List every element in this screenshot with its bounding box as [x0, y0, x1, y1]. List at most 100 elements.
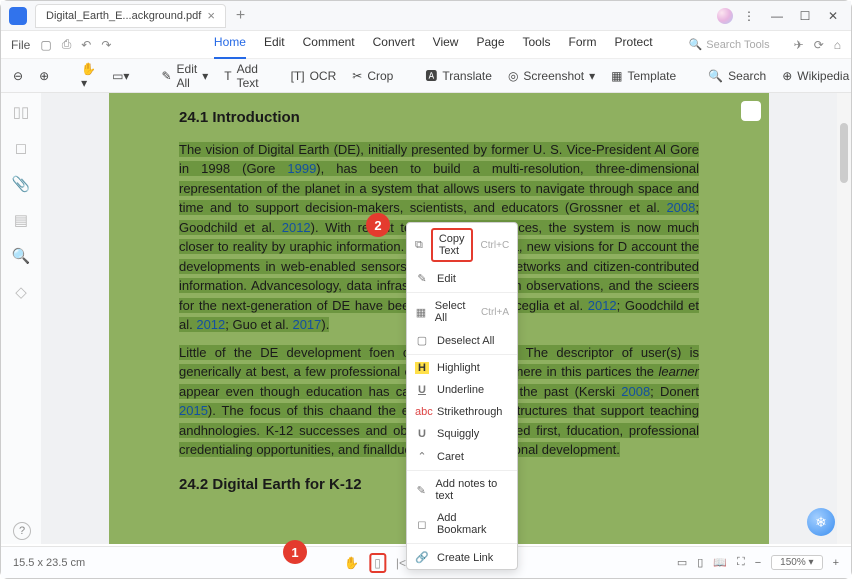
reading-mode-icon[interactable]: 📖	[713, 556, 727, 569]
first-page-button[interactable]: |<	[396, 556, 406, 570]
menu-home[interactable]: Home	[214, 31, 246, 59]
heading-24-1: 24.1 Introduction	[179, 107, 699, 130]
attachments-icon[interactable]: 📎	[12, 175, 31, 193]
menu-edit[interactable]: Edit	[264, 31, 285, 59]
ctx-edit[interactable]: ✎Edit	[407, 267, 517, 290]
ctx-deselect-all[interactable]: ▢Deselect All	[407, 329, 517, 352]
wikipedia-button[interactable]: ⊕ Wikipedia	[782, 69, 849, 83]
ctx-highlight[interactable]: HHighlight	[407, 357, 517, 379]
ctx-select-all[interactable]: ▦Select AllCtrl+A	[407, 295, 517, 329]
menu-convert[interactable]: Convert	[373, 31, 415, 59]
header-right-icons: ✈ ⟳ ⌂	[794, 38, 841, 52]
bookmarks-icon[interactable]: ◻	[15, 139, 27, 157]
menu-form[interactable]: Form	[569, 31, 597, 59]
fullscreen-icon[interactable]: ⛶	[737, 556, 745, 569]
ctx-strikethrough[interactable]: abcStrikethrough	[407, 401, 517, 423]
menu-tools[interactable]: Tools	[523, 31, 551, 59]
ref-2008[interactable]: 2008	[666, 200, 695, 215]
ctx-caret[interactable]: ⌃Caret	[407, 445, 517, 468]
minimize-button[interactable]: —	[765, 9, 789, 23]
edit-icon: ✎	[415, 272, 429, 285]
app-logo-icon	[9, 7, 27, 25]
edit-all-button[interactable]: ✎ Edit All▾	[161, 62, 208, 90]
annotation-marker-1: 1	[283, 540, 307, 564]
home-toolbar: ⊖ ⊕ ✋▾ ▭▾ ✎ Edit All▾ T Add Text [T] OCR…	[1, 59, 851, 93]
search-panel-icon[interactable]: 🔍	[12, 247, 31, 265]
comments-icon[interactable]: ▤	[14, 211, 28, 229]
send-icon[interactable]: ✈	[794, 38, 804, 52]
layers-icon[interactable]: ◇	[15, 283, 27, 301]
add-tab-button[interactable]: +	[226, 7, 255, 25]
template-button[interactable]: ▦ Template	[611, 69, 676, 83]
close-window-button[interactable]: ✕	[821, 9, 845, 23]
ctx-create-link[interactable]: 🔗Create Link	[407, 546, 517, 569]
search-tools[interactable]: 🔍 Search Tools	[689, 31, 770, 59]
ctx-add-notes[interactable]: ✎Add notes to text	[407, 473, 517, 507]
deselect-icon: ▢	[415, 334, 429, 347]
ctx-underline[interactable]: UUnderline	[407, 379, 517, 401]
ctx-squiggly[interactable]: USquiggly	[407, 423, 517, 445]
assistant-fab[interactable]: ❄	[807, 508, 835, 536]
titlebar: Digital_Earth_E...ackground.pdf × + ⋮ — …	[1, 1, 851, 31]
highlight-icon: H	[415, 362, 429, 374]
add-text-button[interactable]: T Add Text	[224, 62, 258, 90]
ref-2012b[interactable]: 2012	[588, 298, 617, 313]
thumbnails-icon[interactable]: ▯▯	[13, 103, 30, 121]
ref-2015[interactable]: 2015	[179, 403, 208, 418]
menu-view[interactable]: View	[433, 31, 459, 59]
maximize-button[interactable]: ☐	[793, 9, 817, 23]
vertical-scrollbar[interactable]	[837, 93, 851, 544]
print-icon[interactable]: ⎙	[62, 37, 72, 52]
ref-2012c[interactable]: 2012	[196, 317, 225, 332]
hand-mode-icon[interactable]: ✋	[344, 556, 359, 570]
ctx-add-bookmark[interactable]: ◻Add Bookmark	[407, 507, 517, 541]
link-icon: 🔗	[415, 551, 429, 564]
notes-icon: ✎	[415, 484, 427, 497]
cloud-icon[interactable]: ⟳	[814, 38, 824, 52]
ocr-button[interactable]: [T] OCR	[291, 69, 337, 83]
quick-access-bar: File ▢ ⎙ ↶ ↷ Home Edit Comment Convert V…	[1, 31, 851, 59]
zoom-in-button[interactable]: ⊕	[39, 69, 49, 83]
assistant-orb-icon[interactable]	[717, 8, 733, 24]
squiggly-icon: U	[415, 428, 429, 440]
selectall-icon: ▦	[415, 306, 427, 319]
hand-tool[interactable]: ✋▾	[81, 62, 96, 90]
zoom-out-button[interactable]: ⊖	[13, 69, 23, 83]
tab-title: Digital_Earth_E...ackground.pdf	[46, 10, 201, 22]
save-icon[interactable]: ▢	[40, 38, 51, 52]
select-mode-icon[interactable]: ▯	[369, 553, 386, 573]
help-button[interactable]: ?	[13, 522, 31, 540]
file-menu[interactable]: File	[11, 38, 30, 52]
search-button[interactable]: 🔍 Search	[708, 69, 766, 83]
underline-icon: U	[415, 384, 429, 396]
ctx-copy-text[interactable]: ⧉Copy TextCtrl+C	[407, 223, 517, 267]
redo-icon[interactable]: ↷	[101, 38, 111, 52]
ref-2017[interactable]: 2017	[292, 317, 321, 332]
ref-2012a[interactable]: 2012	[282, 220, 311, 235]
screenshot-button[interactable]: ◎ Screenshot▾	[508, 69, 595, 83]
zoom-in-status[interactable]: +	[833, 557, 839, 569]
close-tab-icon[interactable]: ×	[207, 8, 215, 23]
context-menu: ⧉Copy TextCtrl+C ✎Edit ▦Select AllCtrl+A…	[406, 222, 518, 570]
translate-button[interactable]: 🅰 Translate	[425, 67, 492, 84]
menu-comment[interactable]: Comment	[303, 31, 355, 59]
menu-protect[interactable]: Protect	[615, 31, 653, 59]
fit-page-icon[interactable]: ▯	[697, 556, 703, 569]
zoom-level[interactable]: 150% ▾	[771, 555, 822, 570]
home-icon[interactable]: ⌂	[834, 38, 841, 52]
annotation-marker-2: 2	[366, 213, 390, 237]
bookmark-icon: ◻	[415, 518, 429, 531]
copy-icon: ⧉	[415, 239, 423, 252]
fit-width-icon[interactable]: ▭	[677, 556, 687, 569]
document-tabs: Digital_Earth_E...ackground.pdf × +	[35, 1, 255, 30]
more-icon[interactable]: ⋮	[737, 9, 761, 23]
menu-page[interactable]: Page	[476, 31, 504, 59]
caret-icon: ⌃	[415, 450, 429, 463]
ref-2008b[interactable]: 2008	[621, 384, 650, 399]
ref-1999[interactable]: 1999	[287, 161, 316, 176]
document-tab[interactable]: Digital_Earth_E...ackground.pdf ×	[35, 4, 226, 28]
zoom-out-status[interactable]: −	[755, 557, 761, 569]
crop-button[interactable]: ✂ Crop	[352, 69, 393, 83]
select-tool[interactable]: ▭▾	[112, 69, 129, 83]
undo-icon[interactable]: ↶	[81, 38, 91, 52]
